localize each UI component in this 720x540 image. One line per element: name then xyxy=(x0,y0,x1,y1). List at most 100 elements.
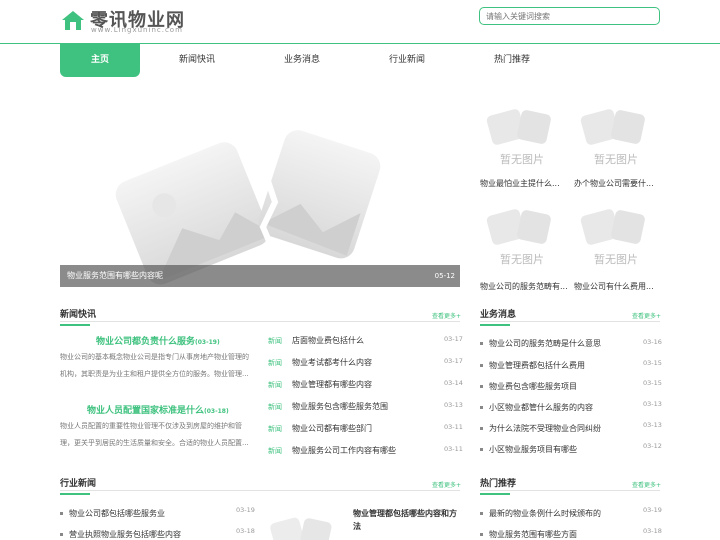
business-section-divider xyxy=(480,321,660,322)
industry-section-divider xyxy=(60,490,460,491)
news-item-category: 新闻 xyxy=(268,425,282,433)
business-section-title: 业务消息 xyxy=(480,307,516,326)
bullet-icon xyxy=(480,385,483,388)
industry-more-link[interactable]: 查看更多+ xyxy=(432,480,461,489)
news-item[interactable]: 新闻 物业服务包含哪些服务范围 xyxy=(268,401,388,412)
site-domain: www.Lingxuninc.com xyxy=(91,26,183,34)
hot-item[interactable]: 最新的物业条例什么时候颁布的 xyxy=(480,508,601,519)
nav-item-home[interactable]: 主页 xyxy=(60,44,140,77)
thumb-3[interactable]: 暂无图片 xyxy=(479,206,565,270)
business-item[interactable]: 物业管理费都包括什么费用 xyxy=(480,360,585,371)
industry-feature-title[interactable]: 物业管理都包括哪些内容和方 xyxy=(353,508,457,519)
bullet-icon xyxy=(480,533,483,536)
business-item-date: 03-13 xyxy=(643,421,662,429)
news-item-category: 新闻 xyxy=(268,337,282,345)
bullet-icon xyxy=(480,342,483,345)
search-input[interactable] xyxy=(479,7,660,25)
no-image-label: 暂无图片 xyxy=(500,253,544,266)
business-more-link[interactable]: 查看更多+ xyxy=(632,311,661,320)
nav-item-news[interactable]: 新闻快讯 xyxy=(157,44,237,77)
hot-more-link[interactable]: 查看更多+ xyxy=(632,480,661,489)
hot-item[interactable]: 物业服务范围有哪些方面 xyxy=(480,529,577,540)
thumb-caption-4[interactable]: 物业公司有什么费用... xyxy=(574,281,654,292)
industry-item-text: 物业公司都包括哪些服务业 xyxy=(69,509,165,518)
news-item[interactable]: 新闻 物业考试都考什么内容 xyxy=(268,357,372,368)
news-feature-title-1[interactable]: 物业公司都负责什么服务(03-19) xyxy=(96,334,220,347)
no-image-label: 暂无图片 xyxy=(594,253,638,266)
business-item[interactable]: 小区物业都管什么服务的内容 xyxy=(480,402,593,413)
industry-item[interactable]: 营业执照物业服务包括哪些内容 xyxy=(60,529,181,540)
business-item[interactable]: 小区物业服务项目有哪些 xyxy=(480,444,577,455)
news-item-category: 新闻 xyxy=(268,381,282,389)
banner-caption[interactable]: 物业服务范围有哪些内容呢 05-12 xyxy=(60,265,460,287)
no-image-icon: 暂无图片 xyxy=(580,109,645,166)
business-item-date: 03-15 xyxy=(643,359,662,367)
industry-item-date: 03-18 xyxy=(236,527,255,535)
news-item-date: 03-13 xyxy=(444,401,463,409)
news-feature-title-2[interactable]: 物业人员配置国家标准是什么(03-18) xyxy=(87,403,229,416)
no-image-label: 暂无图片 xyxy=(500,153,544,166)
thumb-caption-2[interactable]: 办个物业公司需要什... xyxy=(574,178,654,189)
news-item-text: 店面物业费包括什么 xyxy=(292,336,364,345)
banner-slide[interactable]: 物业服务范围有哪些内容呢 05-12 xyxy=(60,97,460,287)
bullet-icon xyxy=(60,533,63,536)
business-item-text: 物业管理费都包括什么费用 xyxy=(489,361,585,370)
industry-item[interactable]: 物业公司都包括哪些服务业 xyxy=(60,508,165,519)
news-more-link[interactable]: 查看更多+ xyxy=(432,311,461,320)
news-feature-desc-2: 物业人员配置的重要性物业管理不仅涉及到房屋的维护和管理，更关乎到居民的生活质量和… xyxy=(60,422,249,447)
news-item-text: 物业公司都有哪些部门 xyxy=(292,424,372,433)
bullet-icon xyxy=(480,406,483,409)
news-item-text: 物业服务公司工作内容有哪些 xyxy=(292,446,396,455)
house-logo-icon xyxy=(62,11,84,30)
business-item-date: 03-12 xyxy=(643,442,662,450)
industry-section-title: 行业新闻 xyxy=(60,476,96,495)
hot-item-text: 最新的物业条例什么时候颁布的 xyxy=(489,509,601,518)
news-item-text: 物业管理都有哪些内容 xyxy=(292,380,372,389)
thumb-1[interactable]: 暂无图片 xyxy=(479,106,565,170)
hot-item-text: 物业服务范围有哪些方面 xyxy=(489,530,577,539)
industry-item-text: 营业执照物业服务包括哪些内容 xyxy=(69,530,181,539)
nav-item-business[interactable]: 业务消息 xyxy=(262,44,342,77)
news-item[interactable]: 新闻 店面物业费包括什么 xyxy=(268,335,364,346)
business-item-date: 03-13 xyxy=(643,400,662,408)
business-item[interactable]: 物业公司的服务范畴是什么意思 xyxy=(480,338,601,349)
news-item[interactable]: 新闻 物业管理都有哪些内容 xyxy=(268,379,372,390)
main-nav: 主页 新闻快讯 业务消息 行业新闻 热门推荐 xyxy=(60,44,660,77)
news-item-date: 03-17 xyxy=(444,357,463,365)
thumb-2[interactable]: 暂无图片 xyxy=(573,106,659,170)
news-item[interactable]: 新闻 物业公司都有哪些部门 xyxy=(268,423,372,434)
no-image-icon: 暂无图片 xyxy=(486,109,551,166)
site-logo[interactable]: 零讯物业网 www.Lingxuninc.com xyxy=(60,6,200,36)
thumb-caption-1[interactable]: 物业最怕业主提什么... xyxy=(480,178,560,189)
news-item-text: 物业服务包含哪些服务范围 xyxy=(292,402,388,411)
news-item-date: 03-11 xyxy=(444,423,463,431)
thumb-caption-3[interactable]: 物业公司的服务范畴有... xyxy=(480,281,568,292)
nav-item-industry[interactable]: 行业新闻 xyxy=(367,44,447,77)
news-item-text: 物业考试都考什么内容 xyxy=(292,358,372,367)
thumb-4[interactable]: 暂无图片 xyxy=(573,206,659,270)
business-item-date: 03-15 xyxy=(643,379,662,387)
no-image-icon: 暂无图片 xyxy=(580,209,645,266)
business-item-text: 物业费包含哪些服务项目 xyxy=(489,382,577,391)
industry-feature-title-cont[interactable]: 法 xyxy=(353,521,361,532)
business-item[interactable]: 为什么法院不受理物业合同纠纷 xyxy=(480,423,601,434)
bullet-icon xyxy=(60,512,63,515)
business-item-text: 小区物业都管什么服务的内容 xyxy=(489,403,593,412)
business-item-text: 为什么法院不受理物业合同纠纷 xyxy=(489,424,601,433)
broken-image-icon xyxy=(115,130,381,285)
business-item[interactable]: 物业费包含哪些服务项目 xyxy=(480,381,577,392)
hot-section-title: 热门推荐 xyxy=(480,476,516,495)
feature-title-text: 物业公司都负责什么服务 xyxy=(96,337,196,347)
bullet-icon xyxy=(480,512,483,515)
bullet-icon xyxy=(480,364,483,367)
news-feature-desc-1: 物业公司的基本概念物业公司是指专门从事房地产物业管理的机构，其职责是为业主和租户… xyxy=(60,353,249,378)
news-item-date: 03-14 xyxy=(444,379,463,387)
news-item[interactable]: 新闻 物业服务公司工作内容有哪些 xyxy=(268,445,396,456)
hot-section-divider xyxy=(480,490,660,491)
banner-date: 05-12 xyxy=(434,272,455,280)
no-image-icon: 暂无图片 xyxy=(486,209,551,266)
nav-item-hot[interactable]: 热门推荐 xyxy=(472,44,552,77)
news-item-date: 03-17 xyxy=(444,335,463,343)
no-image-label: 暂无图片 xyxy=(594,153,638,166)
industry-item-date: 03-19 xyxy=(236,506,255,514)
